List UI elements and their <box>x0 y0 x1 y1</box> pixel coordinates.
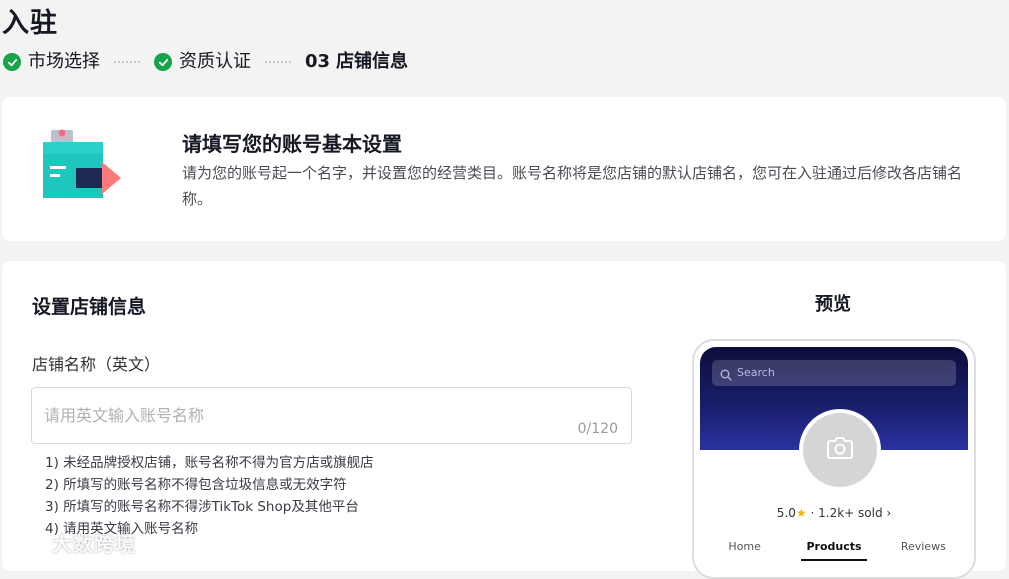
intro-title: 请填写您的账号基本设置 <box>182 132 402 156</box>
step-divider <box>265 61 291 63</box>
step-label: 资质认证 <box>179 51 251 72</box>
preview-tab-products: Products <box>789 539 878 563</box>
step-market: 市场选择 <box>3 50 100 74</box>
store-name-label: 店铺名称（英文） <box>32 355 161 374</box>
watermark-text: 大数跨境 <box>52 532 136 556</box>
step-number: 03 <box>305 51 331 72</box>
chevron-right-icon: › <box>886 506 892 520</box>
avatar-placeholder <box>803 413 877 487</box>
intro-description: 请为您的账号起一个名字，并设置您的经营类目。账号名称将是您店铺的默认店铺名，您可… <box>182 164 963 208</box>
rule-item: 1) 未经品牌授权店铺，账号名称不得为官方店或旗舰店 <box>45 455 374 471</box>
phone-preview: Search 5.0★ · 1.2k+ sold › Home Products… <box>692 339 976 579</box>
page-title: 入驻 <box>2 8 58 39</box>
search-icon <box>720 366 732 385</box>
step-label: 市场选择 <box>28 51 100 72</box>
phone-screen: Search 5.0★ · 1.2k+ sold › Home Products… <box>700 347 968 577</box>
store-name-input[interactable] <box>44 402 524 428</box>
store-rating: 5.0★ · 1.2k+ sold › <box>700 505 968 521</box>
preview-search-bar: Search <box>712 360 956 386</box>
step-label: 店铺信息 <box>336 51 409 72</box>
step-store-info: 03 店铺信息 <box>305 50 408 74</box>
camera-icon <box>827 437 853 463</box>
check-icon <box>3 53 21 71</box>
store-avatar <box>799 409 881 491</box>
star-icon: ★ <box>795 506 807 520</box>
preview-tab-reviews: Reviews <box>900 540 946 553</box>
step-divider <box>114 61 140 63</box>
rule-item: 3) 所填写的账号名称不得涉TikTok Shop及其他平台 <box>45 499 359 515</box>
step-indicator: 市场选择 资质认证 03 店铺信息 <box>3 50 408 74</box>
sold-count: · 1.2k+ sold <box>810 506 883 520</box>
preview-search-placeholder: Search <box>737 366 775 379</box>
watermark: 大数跨境 <box>8 528 136 557</box>
check-icon <box>154 53 172 71</box>
preview-title: 预览 <box>815 294 851 315</box>
store-illustration <box>40 128 124 208</box>
naming-rules: 1) 未经品牌授权店铺，账号名称不得为官方店或旗舰店 2) 所填写的账号名称不得… <box>45 452 374 540</box>
preview-tabs: Home Products Reviews <box>700 539 968 563</box>
watermark-logo-icon <box>8 529 46 556</box>
store-name-field[interactable]: 0/120 <box>31 387 632 444</box>
section-title: 设置店铺信息 <box>32 296 147 318</box>
char-counter: 0/120 <box>577 421 618 437</box>
preview-tab-home: Home <box>728 540 761 553</box>
step-qualification: 资质认证 <box>154 50 251 74</box>
rating-value: 5.0 <box>776 506 796 520</box>
rule-item: 2) 所填写的账号名称不得包含垃圾信息或无效字符 <box>45 477 347 493</box>
